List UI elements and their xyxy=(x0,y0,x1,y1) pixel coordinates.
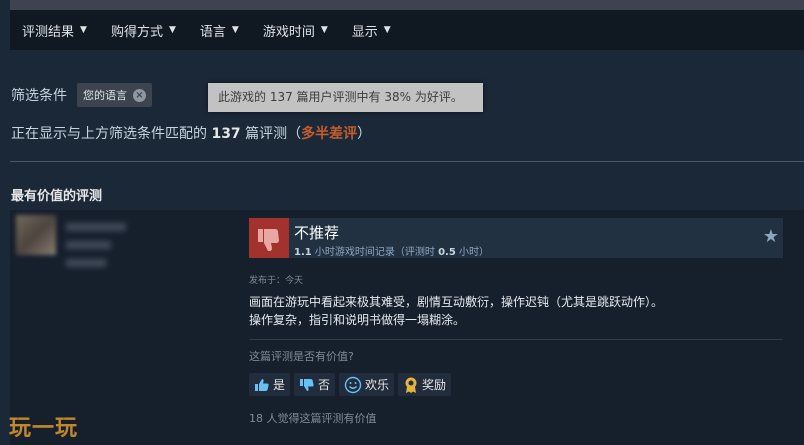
hours-value: 1.1 xyxy=(294,247,312,258)
filter-menu-review-type[interactable]: 评测结果 ▼ xyxy=(10,10,99,50)
remove-filter-icon[interactable]: × xyxy=(133,88,146,102)
review-verdict: 不推荐 xyxy=(294,224,340,242)
review-vote-buttons: 是 否 欢乐 奖励 xyxy=(249,373,455,396)
vote-no-label: 否 xyxy=(318,378,331,392)
review-rating-label: 多半差评 xyxy=(301,126,358,142)
playtime-record: 1.1 小时游戏时间记录（评测时 0.5 小时） xyxy=(294,243,489,258)
hours-text: 小时游戏时间记录（评测时 xyxy=(314,247,435,258)
hours-at-review: 0.5 xyxy=(438,247,456,258)
caret-down-icon: ▼ xyxy=(383,25,391,35)
star-icon[interactable]: ★ xyxy=(763,226,779,247)
caret-down-icon: ▼ xyxy=(231,25,239,35)
filter-menu-label: 显示 xyxy=(351,24,378,40)
top-strip xyxy=(10,0,804,10)
chip-label: 您的语言 xyxy=(83,89,127,102)
summary-suffix: 篇评测（ xyxy=(245,126,302,142)
vote-funny-label: 欢乐 xyxy=(365,378,390,392)
hours-suffix: 小时） xyxy=(459,247,489,258)
filter-menu-label: 游戏时间 xyxy=(262,24,315,40)
review-body: 不推荐 1.1 小时游戏时间记录（评测时 0.5 小时） ★ xyxy=(249,218,783,258)
summary-close: ） xyxy=(357,126,372,142)
caret-down-icon: ▼ xyxy=(168,25,176,35)
language-filter-chip[interactable]: 您的语言 × xyxy=(77,83,152,107)
posted-date: 发布于：今天 xyxy=(249,276,304,286)
review-score-tooltip: 此游戏的 137 篇用户评测中有 38% 为好评。 xyxy=(208,83,483,112)
caret-down-icon: ▼ xyxy=(80,25,87,35)
review-count-summary: 正在显示与上方筛选条件匹配的 137 篇评测（多半差评） xyxy=(11,123,371,143)
filters-label: 筛选条件 xyxy=(11,88,67,104)
thumbs-down-icon xyxy=(249,218,289,258)
vote-yes-label: 是 xyxy=(273,378,286,392)
filter-menu-display[interactable]: 显示 ▼ xyxy=(340,10,403,50)
thumbs-down-icon xyxy=(300,378,314,391)
section-title: 最有价值的评测 xyxy=(11,189,103,204)
blurred-author-name xyxy=(66,223,126,231)
thumbs-up-icon xyxy=(255,378,269,391)
helpful-count: 18 人觉得这篇评测有价值 xyxy=(249,412,377,425)
blurred-author-stats xyxy=(66,241,111,249)
vote-no-button[interactable]: 否 xyxy=(294,373,336,396)
review-author-blurred xyxy=(16,215,216,275)
review-content-line: 画面在游玩中看起来极其难受，剧情互动敷衍，操作迟钝（尤其是跳跃动作）。 xyxy=(249,295,664,309)
filter-menu-language[interactable]: 语言 ▼ xyxy=(188,10,251,50)
award-label: 奖励 xyxy=(422,378,447,392)
summary-prefix: 正在显示与上方筛选条件匹配的 xyxy=(11,126,207,142)
filter-menu-label: 评测结果 xyxy=(22,24,75,40)
filter-menu-purchase-type[interactable]: 购得方式 ▼ xyxy=(99,10,188,50)
avatar xyxy=(16,215,56,255)
review-content-line: 操作复杂，指引和说明书做得一塌糊涂。 xyxy=(249,313,466,327)
review-vote-header: 不推荐 1.1 小时游戏时间记录（评测时 0.5 小时） ★ xyxy=(249,218,783,258)
filter-menu-label: 语言 xyxy=(199,24,226,40)
review-separator xyxy=(249,339,783,340)
helpful-question: 这篇评测是否有价值? xyxy=(249,350,354,363)
divider xyxy=(10,161,804,162)
review-filter-bar: 评测结果 ▼ 购得方式 ▼ 语言 ▼ 游戏时间 ▼ 显示 ▼ xyxy=(10,10,804,50)
review-content: 画面在游玩中看起来极其难受，剧情互动敷衍，操作迟钝（尤其是跳跃动作）。 操作复杂… xyxy=(249,293,783,329)
review-count: 137 xyxy=(211,126,241,142)
caret-down-icon: ▼ xyxy=(320,25,328,35)
smiley-icon xyxy=(344,376,362,393)
vote-yes-button[interactable]: 是 xyxy=(249,373,291,396)
vote-funny-button[interactable]: 欢乐 xyxy=(339,373,395,396)
blurred-author-stats xyxy=(66,259,106,267)
active-filters-row: 筛选条件 您的语言 × xyxy=(11,83,152,107)
award-button[interactable]: 奖励 xyxy=(398,373,452,396)
award-icon xyxy=(405,377,417,393)
filter-menu-label: 购得方式 xyxy=(110,24,163,40)
watermark-logo: 玩一玩 xyxy=(9,416,79,441)
filter-menu-playtime[interactable]: 游戏时间 ▼ xyxy=(251,10,340,50)
